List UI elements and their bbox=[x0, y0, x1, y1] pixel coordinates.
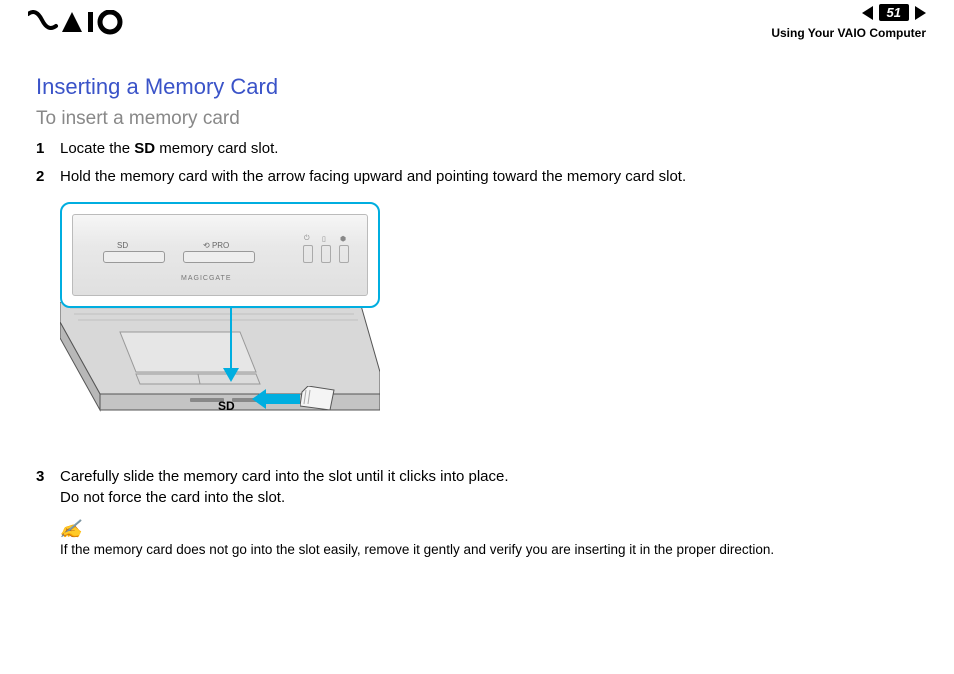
sd-card-icon bbox=[300, 386, 336, 419]
tip-icon: ✍ bbox=[58, 519, 84, 540]
page-header: 51 Using Your VAIO Computer bbox=[0, 0, 954, 48]
power-icon: ⏻ bbox=[304, 235, 310, 243]
step-3: 3 Carefully slide the memory card into t… bbox=[36, 466, 918, 510]
pro-slot-icon bbox=[183, 251, 255, 263]
step-2: 2 Hold the memory card with the arrow fa… bbox=[36, 166, 918, 188]
magicgate-label: MAGICGATE bbox=[181, 275, 231, 282]
step-number: 3 bbox=[36, 466, 60, 510]
slot-label-sd: SD bbox=[117, 241, 128, 250]
battery-icon: ▯ bbox=[322, 235, 326, 243]
step-number: 2 bbox=[36, 166, 60, 188]
laptop-illustration bbox=[60, 302, 380, 452]
step-number: 1 bbox=[36, 138, 60, 160]
callout-closeup: SD ⟲ PRO MAGICGATE ⏻ ▯ ⬢ bbox=[60, 202, 380, 308]
callout-pointer-line bbox=[230, 304, 232, 372]
section-subtitle: To insert a memory card bbox=[36, 108, 918, 130]
steps-list-continued: 3 Carefully slide the memory card into t… bbox=[36, 466, 918, 510]
step-1: 1 Locate the SD memory card slot. bbox=[36, 138, 918, 160]
page-nav: 51 bbox=[862, 4, 926, 21]
indicator-1 bbox=[303, 245, 313, 263]
laptop-edge-panel: SD ⟲ PRO MAGICGATE ⏻ ▯ ⬢ bbox=[72, 214, 368, 296]
vaio-logo-svg bbox=[28, 10, 124, 36]
indicator-3 bbox=[339, 245, 349, 263]
sd-card-label: SD bbox=[218, 399, 235, 413]
figure-memory-slot: SD ⟲ PRO MAGICGATE ⏻ ▯ ⬢ bbox=[60, 202, 380, 452]
indicator-2 bbox=[321, 245, 331, 263]
step-text: Locate the SD memory card slot. bbox=[60, 138, 918, 160]
slot-label-pro: ⟲ PRO bbox=[203, 241, 229, 250]
step-text: Hold the memory card with the arrow faci… bbox=[60, 166, 918, 188]
callout-pointer-arrowhead-icon bbox=[223, 368, 239, 387]
prev-page-arrow-icon[interactable] bbox=[862, 6, 873, 20]
steps-list: 1 Locate the SD memory card slot. 2 Hold… bbox=[36, 138, 918, 188]
disk-icon: ⬢ bbox=[340, 235, 346, 243]
page-content: Inserting a Memory Card To insert a memo… bbox=[0, 48, 954, 557]
vaio-logo bbox=[28, 10, 124, 41]
page-number-badge: 51 bbox=[879, 4, 909, 21]
sd-slot-icon bbox=[103, 251, 165, 263]
step-text: Carefully slide the memory card into the… bbox=[60, 466, 918, 510]
insert-arrow-icon bbox=[252, 387, 300, 416]
breadcrumb: Using Your VAIO Computer bbox=[771, 26, 926, 40]
tip-text: If the memory card does not go into the … bbox=[60, 542, 918, 557]
tip-block: ✍ If the memory card does not go into th… bbox=[60, 519, 918, 557]
next-page-arrow-icon[interactable] bbox=[915, 6, 926, 20]
section-title: Inserting a Memory Card bbox=[36, 74, 918, 100]
